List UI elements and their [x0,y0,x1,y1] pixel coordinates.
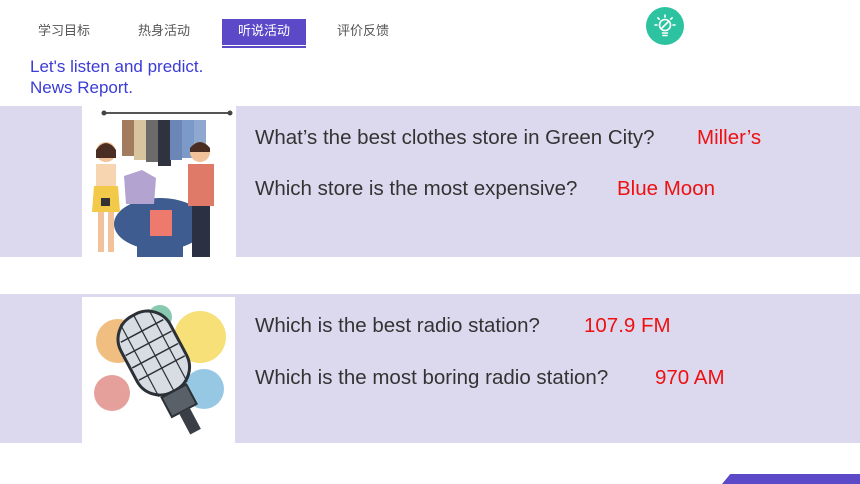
active-tab-underline [222,46,306,48]
tab-warm-up[interactable]: 热身活动 [128,19,200,45]
question-best-clothes-store: What’s the best clothes store in Green C… [255,126,655,149]
microphone-illustration [82,297,235,443]
answer-best-clothes-store: Miller’s [697,126,762,149]
clothes-store-illustration [82,106,236,257]
answer-best-radio-station: 107.9 FM [584,314,671,337]
tab-feedback[interactable]: 评价反馈 [326,19,400,45]
clothes-store-drawing [92,110,233,257]
corner-accent-bar [722,474,860,484]
slide: 学习目标 热身活动 听说活动 评价反馈 Let's listen and pre… [0,0,860,484]
intro-text: Let's listen and predict. News Report. [30,56,203,98]
microphone-drawing [94,305,226,435]
intro-line-1: Let's listen and predict. [30,57,204,76]
tab-learning-goals[interactable]: 学习目标 [28,19,100,45]
intro-line-2: News Report. [30,78,133,97]
answer-most-expensive-store: Blue Moon [617,177,716,200]
question-most-expensive-store: Which store is the most expensive? [255,177,578,200]
answer-most-boring-radio-station: 970 AM [655,366,725,389]
lightbulb-icon[interactable] [646,7,684,45]
tab-listening-speaking[interactable]: 听说活动 [222,19,306,45]
lightbulb-glyph [654,14,676,37]
question-best-radio-station: Which is the best radio station? [255,314,540,337]
question-most-boring-radio-station: Which is the most boring radio station? [255,366,609,389]
